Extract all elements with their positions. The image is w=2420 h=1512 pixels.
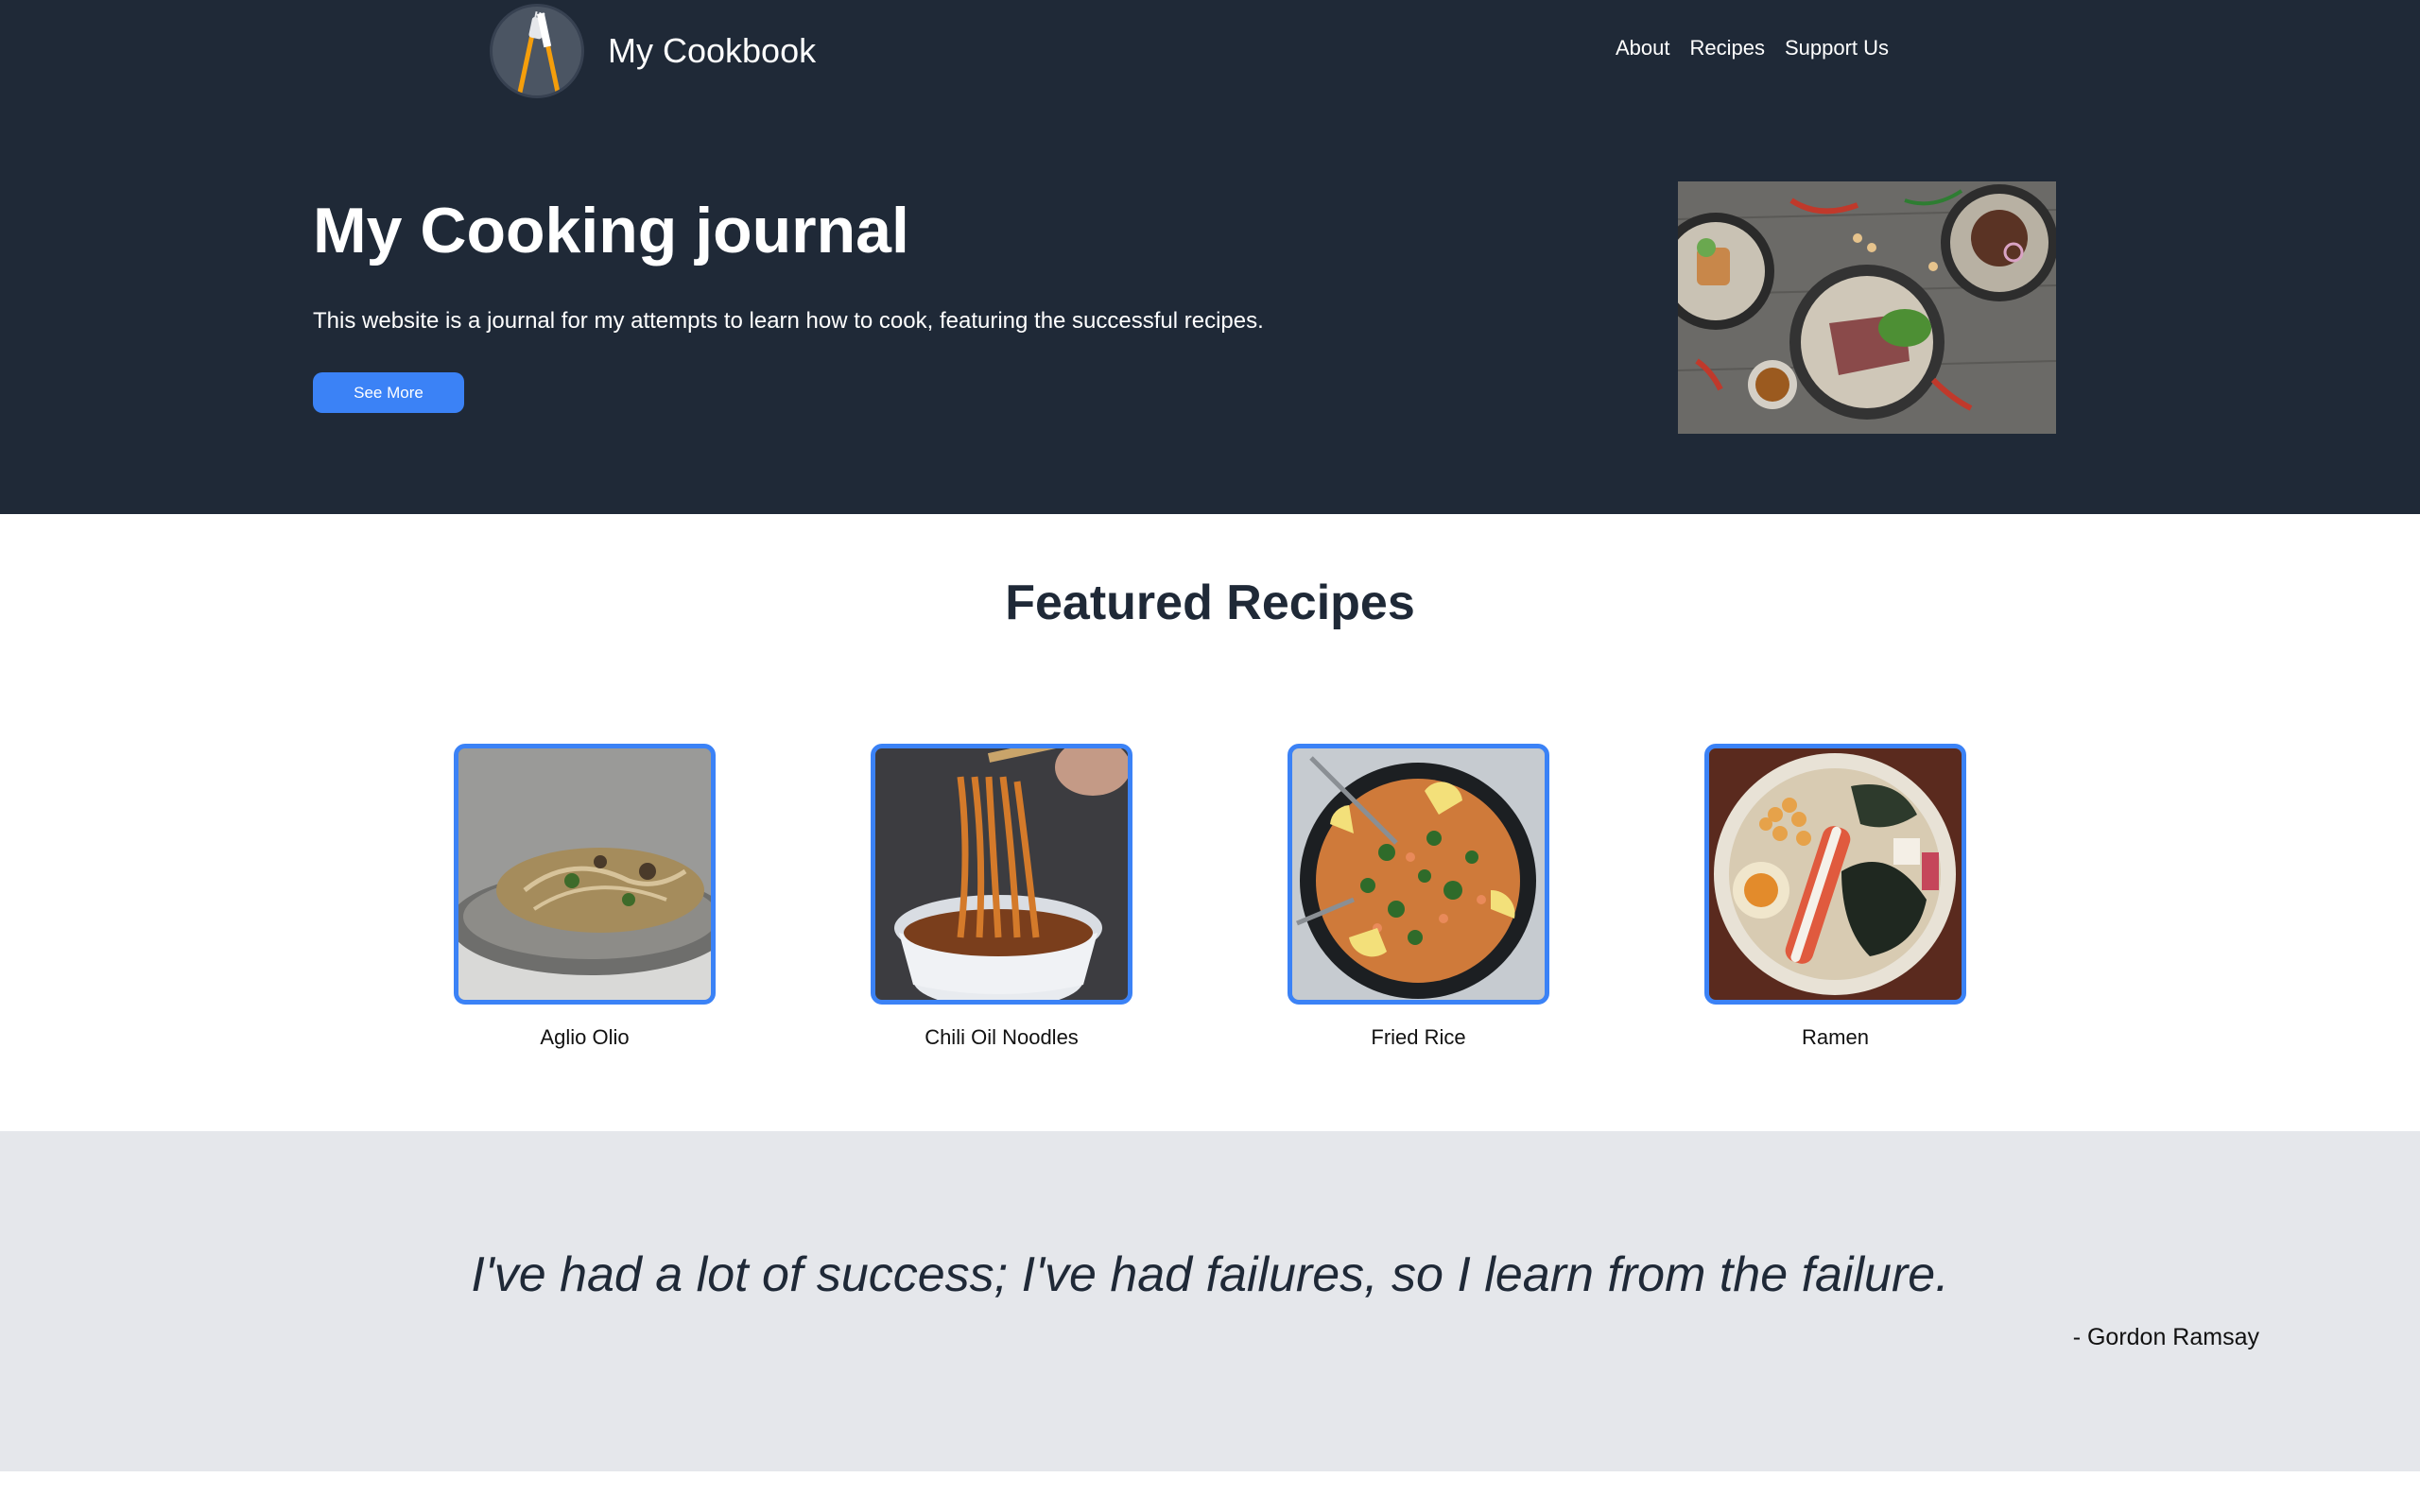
nav-about[interactable]: About [1616,36,1670,60]
hero-title: My Cooking journal [313,195,909,266]
quote-author: - Gordon Ramsay [2072,1324,2259,1350]
quote-text: I've had a lot of success; I've had fail… [471,1247,1949,1302]
recipe-name[interactable]: Chili Oil Noodles [871,1025,1132,1050]
recipe-card[interactable]: Fried Rice [1288,744,1549,1050]
see-more-button[interactable]: See More [313,372,464,413]
main-nav: About Recipes Support Us [1616,36,1889,60]
fork-knife-icon[interactable] [490,4,584,98]
recipe-name[interactable]: Fried Rice [1288,1025,1549,1050]
nav-support-us[interactable]: Support Us [1785,36,1889,60]
quote-section: I've had a lot of success; I've had fail… [0,1131,2420,1471]
recipe-image-aglio-olio[interactable] [454,744,716,1005]
brand[interactable]: My Cookbook [490,4,816,98]
recipe-name[interactable]: Aglio Olio [454,1025,716,1050]
nav-recipes[interactable]: Recipes [1690,36,1765,60]
recipe-image-fried-rice[interactable] [1288,744,1549,1005]
recipe-card[interactable]: Aglio Olio [454,744,716,1050]
recipe-card[interactable]: Ramen [1704,744,1966,1050]
site-header: My Cookbook About Recipes Support Us My … [0,0,2420,514]
recipe-image-chili-oil-noodles[interactable] [871,744,1132,1005]
hero-subtitle: This website is a journal for my attempt… [313,308,1264,334]
recipe-card[interactable]: Chili Oil Noodles [871,744,1132,1050]
brand-name[interactable]: My Cookbook [608,31,816,71]
hero-image [1678,181,2056,434]
recipe-name[interactable]: Ramen [1704,1025,1966,1050]
recipe-image-ramen[interactable] [1704,744,1966,1005]
featured-title: Featured Recipes [1005,576,1415,630]
